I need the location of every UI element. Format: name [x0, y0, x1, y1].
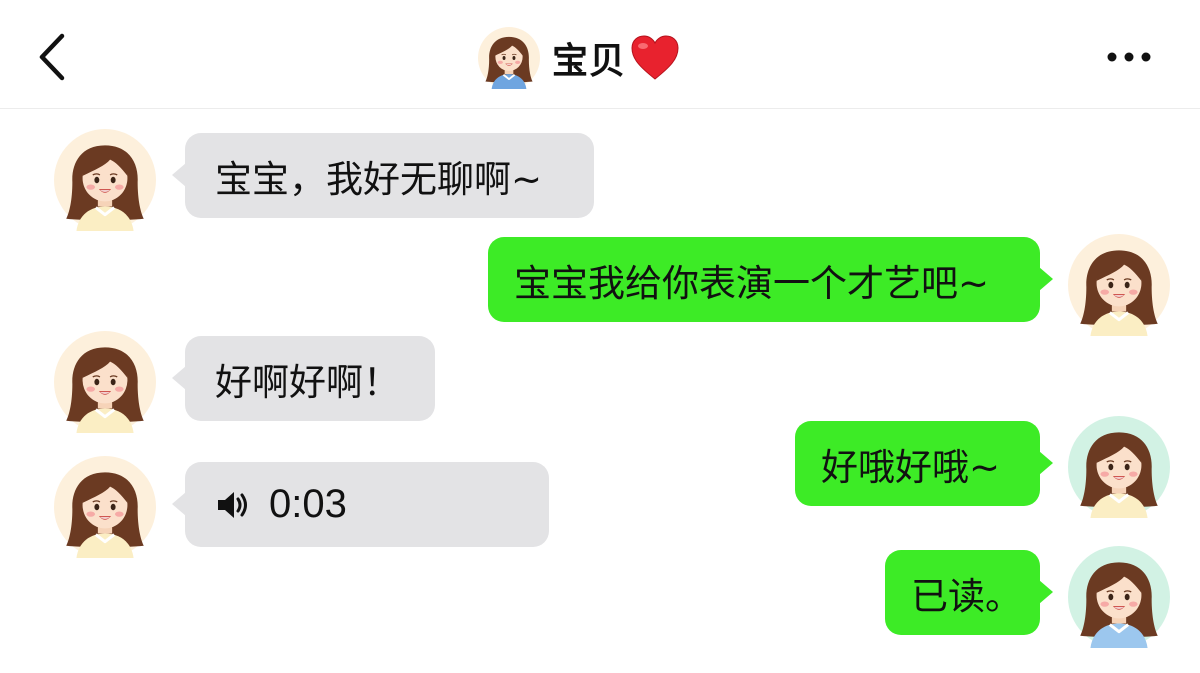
user-avatar[interactable]	[1068, 546, 1170, 648]
user-avatar[interactable]	[1068, 416, 1170, 518]
contact-avatar	[478, 27, 540, 89]
message-text: 好哦好哦~	[821, 445, 1001, 489]
message-text: 已读。	[911, 574, 1022, 618]
chevron-left-icon	[39, 33, 65, 81]
more-dots-icon	[1107, 52, 1151, 62]
user-avatar[interactable]	[1068, 234, 1170, 336]
message-bubble-incoming[interactable]: 好啊好啊！	[172, 336, 435, 421]
chat-title-area[interactable]: 宝贝	[478, 26, 680, 90]
message-bubble-incoming[interactable]: 宝宝，我好无聊啊~	[172, 133, 594, 218]
contact-avatar[interactable]	[54, 456, 156, 558]
message-text: 宝宝我给你表演一个才艺吧~	[514, 261, 990, 305]
voice-duration: 0:03	[269, 482, 347, 526]
message-bubble-outgoing[interactable]: 已读。	[885, 550, 1053, 635]
page-title: 宝贝	[552, 41, 627, 82]
message-bubble-outgoing[interactable]: 宝宝我给你表演一个才艺吧~	[488, 237, 1053, 322]
more-options-button[interactable]	[1100, 42, 1160, 72]
contact-avatar[interactable]	[54, 129, 156, 231]
chat-header: 宝贝	[0, 0, 1200, 109]
message-text: 宝宝，我好无聊啊~	[215, 157, 543, 201]
voice-message-bubble[interactable]: 0:03	[172, 462, 549, 547]
contact-avatar[interactable]	[54, 331, 156, 433]
back-button[interactable]	[34, 30, 74, 84]
message-bubble-outgoing[interactable]: 好哦好哦~	[795, 421, 1053, 506]
red-heart-icon	[631, 35, 679, 80]
speaker-icon	[218, 491, 247, 518]
message-text: 好啊好啊！	[215, 360, 400, 404]
